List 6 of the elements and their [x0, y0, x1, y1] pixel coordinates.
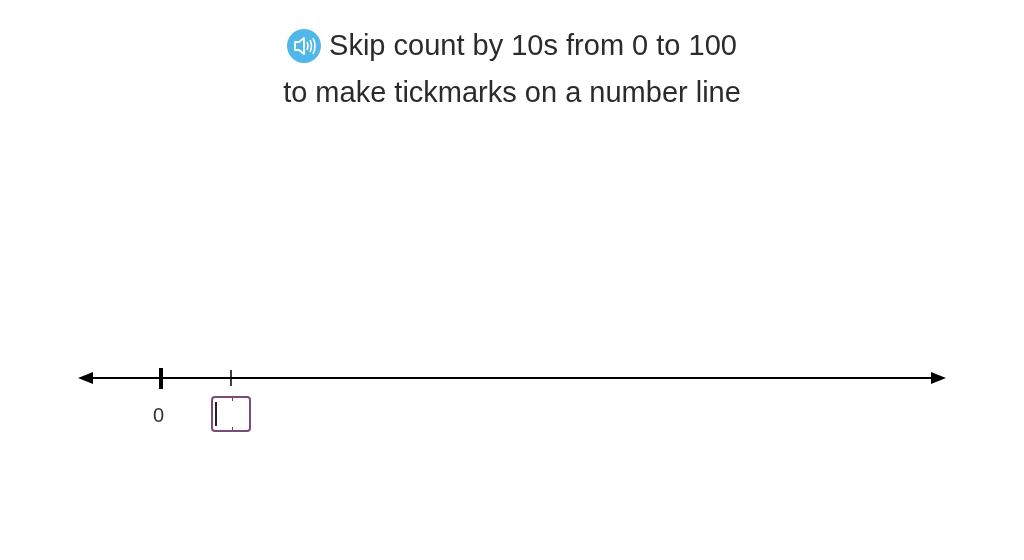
zero-tick-mark	[159, 368, 163, 389]
answer-field[interactable]	[211, 396, 251, 432]
tick-label: 0	[153, 403, 165, 428]
tick-mark[interactable]	[230, 369, 232, 387]
instruction-text: Skip count by 10s from 0 to 100	[329, 28, 737, 63]
instruction-text: to make tickmarks on a number line	[283, 75, 741, 110]
